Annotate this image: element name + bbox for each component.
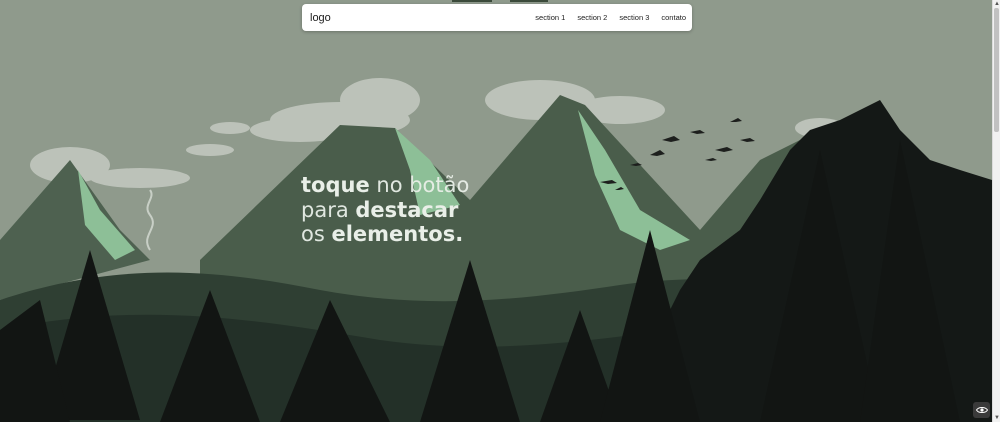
scroll-down-arrow-icon[interactable]: ▼ (994, 414, 1000, 422)
hero-light-para: para (301, 197, 356, 222)
vertical-scrollbar[interactable]: ▲ ▼ (992, 0, 1000, 422)
nav-link-section-3[interactable]: section 3 (619, 13, 649, 22)
hero-strong-toque: toque (301, 173, 370, 197)
nav-link-contato[interactable]: contato (661, 13, 686, 22)
hero-heading: toque no botão para destacar os elemento… (301, 173, 469, 247)
logo[interactable]: logo (310, 12, 331, 24)
eye-icon (975, 406, 988, 414)
nav-link-section-1[interactable]: section 1 (535, 13, 565, 22)
hero-light-no-botao: no botão (369, 173, 470, 197)
top-tab-indicator (510, 0, 548, 2)
hero-strong-destacar: destacar (355, 197, 459, 222)
highlight-toggle-button[interactable] (973, 402, 990, 418)
hero-line-3: os elementos. (301, 222, 469, 247)
hero-light-os: os (301, 222, 332, 246)
top-tab-indicator (452, 0, 492, 2)
scrollbar-thumb[interactable] (994, 8, 999, 132)
hero-line-1: toque no botão (301, 173, 469, 198)
nav-link-section-2[interactable]: section 2 (577, 13, 607, 22)
hero-line-2: para destacar (301, 198, 469, 223)
landscape-illustration (0, 0, 992, 422)
hero-background (0, 0, 992, 422)
hero-strong-elementos: elementos. (331, 222, 464, 246)
nav-links: section 1 section 2 section 3 contato (535, 13, 686, 22)
scroll-up-arrow-icon[interactable]: ▲ (994, 0, 1000, 8)
navbar: logo section 1 section 2 section 3 conta… (302, 4, 692, 31)
